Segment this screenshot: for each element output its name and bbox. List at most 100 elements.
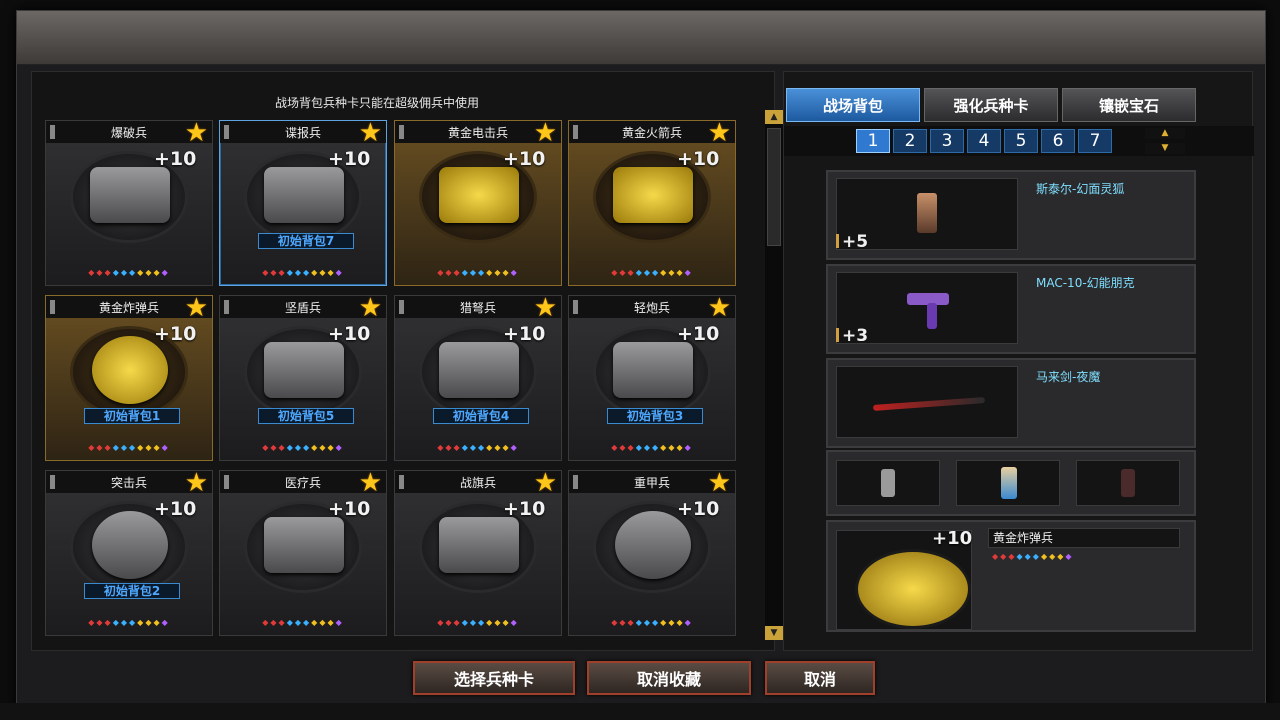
soldier-card[interactable]: 医疗兵 ★ +10 ◆◆◆◆◆◆◆◆◆◆ [219, 470, 387, 636]
page-button-1[interactable]: 1 [856, 129, 890, 153]
page-button-7[interactable]: 7 [1078, 129, 1112, 153]
page-up-icon[interactable]: ▲ [1145, 128, 1185, 139]
gem-row: ◆◆◆◆◆◆◆◆◆◆ [437, 268, 519, 277]
gold-glove-icon [439, 167, 519, 223]
gold-rocket-icon [613, 167, 693, 223]
page-button-4[interactable]: 4 [967, 129, 1001, 153]
card-level: +10 [154, 498, 197, 520]
card-level: +10 [677, 323, 720, 345]
star-icon: ★ [707, 468, 731, 498]
page-button-5[interactable]: 5 [1004, 129, 1038, 153]
slot-character[interactable]: 斯泰尔-幻面灵狐 +5 [826, 170, 1196, 260]
unfavorite-button[interactable]: 取消收藏 [587, 661, 751, 695]
soldier-card[interactable]: 爆破兵 ★ +10 ◆◆◆◆◆◆◆◆◆◆ [45, 120, 213, 286]
tab-bar: 战场背包 强化兵种卡 镶嵌宝石 [786, 88, 1200, 124]
mortar-icon [613, 342, 693, 398]
card-level: +10 [932, 528, 973, 549]
star-icon: ★ [533, 293, 557, 323]
initial-pack-badge: 初始背包3 [607, 408, 703, 424]
soldier-card[interactable]: 坚盾兵 ★ +10 初始背包5 ◆◆◆◆◆◆◆◆◆◆ [219, 295, 387, 461]
card-grid: 爆破兵 ★ +10 ◆◆◆◆◆◆◆◆◆◆ 谍报兵 ★ +10 初始背包7 ◆◆◆◆◆◆◆◆◆◆ 黄… [45, 120, 741, 640]
gem-row: ◆◆◆◆◆◆◆◆◆◆ [88, 443, 170, 452]
cancel-button[interactable]: 取消 [765, 661, 875, 695]
page-arrows: ▲ ▼ [1145, 128, 1185, 154]
device-icon[interactable] [1076, 460, 1180, 506]
slot-items-row [826, 450, 1196, 516]
star-icon: ★ [707, 293, 731, 323]
soldier-card[interactable]: 重甲兵 ★ +10 ◆◆◆◆◆◆◆◆◆◆ [568, 470, 736, 636]
slot-soldier-card[interactable]: +10 黄金炸弹兵 ◆◆◆◆◆◆◆◆◆◆ [826, 520, 1196, 632]
scroll-up-icon[interactable]: ▲ [765, 110, 783, 124]
card-level: +10 [154, 148, 197, 170]
card-name: 黄金火箭兵 [621, 125, 682, 140]
card-level: +10 [677, 498, 720, 520]
card-name: 轻炮兵 [633, 300, 670, 315]
card-level: +10 [503, 323, 546, 345]
star-icon: ★ [358, 293, 382, 323]
mask-icon [264, 167, 344, 223]
card-name: 谍报兵 [284, 125, 321, 140]
select-card-button[interactable]: 选择兵种卡 [413, 661, 575, 695]
card-name: 重甲兵 [633, 475, 670, 490]
gem-row: ◆◆◆◆◆◆◆◆◆◆ [262, 443, 344, 452]
slot-melee-weapon[interactable]: 马来剑-夜魔 [826, 358, 1196, 448]
card-name: 爆破兵 [110, 125, 147, 140]
gold-bomb-icon [92, 336, 168, 404]
card-scrollbar[interactable]: ▲ ▼ [765, 110, 783, 640]
shield-icon [264, 342, 344, 398]
page-button-3[interactable]: 3 [930, 129, 964, 153]
gem-row: ◆◆◆◆◆◆◆◆◆◆ [611, 618, 693, 627]
armor-icon [615, 511, 691, 579]
slot-name: 斯泰尔-幻面灵狐 [1036, 182, 1125, 196]
backpack-dialog: 战场背包兵种卡只能在超级佣兵中使用 爆破兵 ★ +10 ◆◆◆◆◆◆◆◆◆◆ 谍报兵 ★ +… [16, 10, 1266, 710]
slot-name: 马来剑-夜魔 [1036, 370, 1101, 384]
gem-row: ◆◆◆◆◆◆◆◆◆◆ [437, 443, 519, 452]
card-list-panel: 战场背包兵种卡只能在超级佣兵中使用 爆破兵 ★ +10 ◆◆◆◆◆◆◆◆◆◆ 谍报兵 ★ +… [31, 71, 783, 651]
star-icon: ★ [707, 118, 731, 148]
card-name: 黄金炸弹兵 [988, 528, 1180, 548]
title-bar[interactable] [17, 11, 1265, 65]
star-icon: ★ [184, 118, 208, 148]
gem-row: ◆◆◆◆◆◆◆◆◆◆ [262, 618, 344, 627]
page-button-6[interactable]: 6 [1041, 129, 1075, 153]
card-name: 黄金炸弹兵 [98, 300, 159, 315]
slot-count: +3 [836, 326, 868, 346]
tab-enhance-card[interactable]: 强化兵种卡 [924, 88, 1058, 122]
card-level: +10 [328, 323, 371, 345]
page-down-icon[interactable]: ▼ [1145, 143, 1185, 154]
star-icon: ★ [358, 118, 382, 148]
soldier-card[interactable]: 轻炮兵 ★ +10 初始背包3 ◆◆◆◆◆◆◆◆◆◆ [568, 295, 736, 461]
gem-row: ◆◆◆◆◆◆◆◆◆◆ [262, 268, 344, 277]
soldier-card[interactable]: 黄金炸弹兵 ★ +10 初始背包1 ◆◆◆◆◆◆◆◆◆◆ [45, 295, 213, 461]
slot-secondary-weapon[interactable]: MAC-10-幻能朋克 +3 [826, 264, 1196, 354]
initial-pack-badge: 初始背包7 [258, 233, 354, 249]
soldier-card[interactable]: 突击兵 ★ +10 初始背包2 ◆◆◆◆◆◆◆◆◆◆ [45, 470, 213, 636]
scroll-down-icon[interactable]: ▼ [765, 626, 783, 640]
tab-backpack[interactable]: 战场背包 [786, 88, 920, 122]
soldier-card[interactable]: 黄金火箭兵 ★ +10 ◆◆◆◆◆◆◆◆◆◆ [568, 120, 736, 286]
card-level: +10 [154, 323, 197, 345]
sword-icon [836, 366, 1018, 438]
initial-pack-badge: 初始背包2 [84, 583, 180, 599]
star-icon: ★ [184, 468, 208, 498]
notice-text: 战场背包兵种卡只能在超级佣兵中使用 [274, 96, 479, 110]
slot-count: +5 [836, 232, 868, 252]
card-name: 战旗兵 [459, 475, 496, 490]
assault-icon [92, 511, 168, 579]
card-name: 猎弩兵 [459, 300, 496, 315]
tab-gem-inlay[interactable]: 镶嵌宝石 [1062, 88, 1196, 122]
page-button-2[interactable]: 2 [893, 129, 927, 153]
backpack-pager: 1 2 3 4 5 6 7 ▲ ▼ [784, 126, 1254, 156]
soldier-card[interactable]: 战旗兵 ★ +10 ◆◆◆◆◆◆◆◆◆◆ [394, 470, 562, 636]
card-name: 突击兵 [110, 475, 147, 490]
banner-icon [439, 517, 519, 573]
grenade-icon[interactable] [836, 460, 940, 506]
soldier-card[interactable]: 黄金电击兵 ★ +10 ◆◆◆◆◆◆◆◆◆◆ [394, 120, 562, 286]
medkit-icon [264, 517, 344, 573]
scroll-thumb[interactable] [767, 128, 781, 246]
card-level: +10 [328, 498, 371, 520]
soldier-card[interactable]: 猎弩兵 ★ +10 初始背包4 ◆◆◆◆◆◆◆◆◆◆ [394, 295, 562, 461]
doll-icon[interactable] [956, 460, 1060, 506]
game-hud-strip [0, 703, 1280, 720]
soldier-card[interactable]: 谍报兵 ★ +10 初始背包7 ◆◆◆◆◆◆◆◆◆◆ [219, 120, 387, 286]
